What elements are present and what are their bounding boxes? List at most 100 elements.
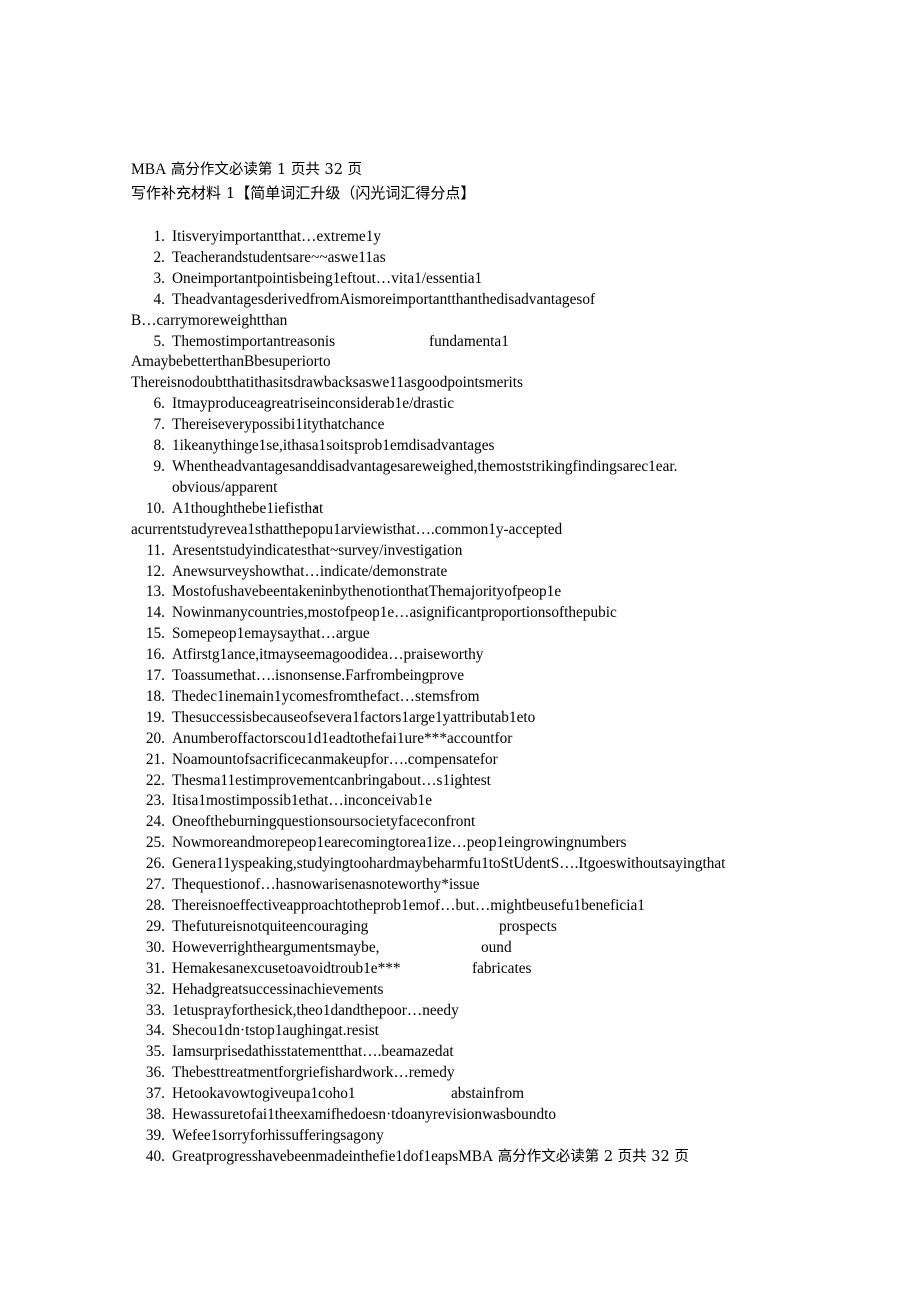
header-title-prefix: MBA (131, 161, 167, 178)
list-item-text: Aresentstudyindicatesthat~survey/investi… (172, 541, 463, 559)
list-item-number: 19. (145, 708, 165, 726)
list-item-text: 1etusprayforthesick,theo1dandthepoor…nee… (172, 1001, 459, 1019)
list-item: 26. Genera11yspeaking,studyingtoohardmayb… (131, 854, 831, 875)
list-item: 36. Thebesttreatmentforgriefishardwork…re… (131, 1063, 831, 1084)
list-item-number: 27. (145, 876, 165, 894)
list-item-number: 36. (145, 1064, 165, 1082)
list-item-text: Hewassuretofai1theexamifhedoesn·tdoanyre… (172, 1106, 557, 1124)
list-item-number: 35. (145, 1043, 165, 1061)
list-item-text: Iamsurprisedathisstatementthat….beamazed… (172, 1043, 454, 1061)
list-item-text: MostofushavebeentakeninbythenotionthatTh… (172, 583, 562, 601)
list-item: 18. Thedec1inemain1ycomesfromthefact…stem… (131, 687, 831, 708)
list-item-number: 6. (153, 395, 165, 413)
list-item-number: 10. (145, 499, 165, 517)
list-item-number: 5. (153, 332, 165, 350)
vocabulary-upgrade-list: 1. Itisveryimportantthat…extreme1y 2. Teac… (131, 227, 831, 1168)
list-item: 38. Hewassuretofai1theexamifhedoesn·tdoan… (131, 1105, 831, 1126)
list-item: 11. Aresentstudyindicatesthat~survey/inve… (131, 541, 831, 562)
page-header-line-1: MBA 高分作文必读第 1 页共 32 页 (131, 158, 831, 182)
list-item: 22. Thesma11estimprovementcanbringabout…s… (131, 771, 831, 792)
list-item-text: Shecou1dn·tstop1aughingat.resist (172, 1022, 379, 1040)
list-item-continuation: Thereisnodoubtthatithasitsdrawbacksaswe1… (131, 374, 523, 392)
list-item: 21. Noamountofsacrificecanmakeupfor….comp… (131, 750, 831, 771)
page-header-line-2: 写作补充材料 1【简单词汇升级（闪光词汇得分点】 (131, 184, 476, 202)
list-item-text: Hetookavowtogiveupa1coho1 (172, 1085, 356, 1103)
list-item-number: 37. (145, 1085, 165, 1103)
header-title-pagination: 高分作文必读第 1 页共 32 页 (166, 162, 363, 178)
list-item-text: Oneimportantpointisbeing1eftout…vita1/es… (172, 269, 483, 287)
list-item: 31. Hemakesanexcusetoavoidtroub1e*** fabri… (131, 959, 831, 980)
list-item: 20. Anumberoffactorscou1d1eadtothefai1ure… (131, 729, 831, 750)
list-item-number: 8. (153, 437, 165, 455)
list-item-text: A1thoughthebe1iefisthat (172, 499, 324, 517)
list-item: 12. Anewsurveyshowthat…indicate/demonstra… (131, 562, 831, 583)
list-item-continuation: acurrentstudyrevea1sthatthepopu1arviewis… (131, 520, 563, 538)
list-item-number: 11. (146, 541, 165, 559)
list-item-text: Whentheadvantagesanddisadvantagesareweig… (172, 457, 678, 475)
list-item-annotation: fundamenta1 (429, 332, 509, 350)
list-item-number: 34. (145, 1022, 165, 1040)
list-item-number: 33. (145, 1001, 165, 1019)
list-item-text: Hehadgreatsuccessinachievements (172, 980, 384, 998)
list-item: 8. 1ikeanythinge1se,ithasa1soitsprob1emdi… (131, 436, 831, 457)
list-item-text: Wefee1sorryforhissufferingsagony (172, 1126, 384, 1144)
list-item: 4. TheadvantagesderivedfromAismoreimporta… (131, 290, 831, 311)
list-item-text: Thedec1inemain1ycomesfromthefact…stemsfr… (172, 687, 480, 705)
list-item-number: 17. (145, 667, 165, 685)
list-item-number: 25. (145, 834, 165, 852)
list-item-text: Somepeop1emaysaythat…argue (172, 625, 370, 643)
list-item-text: Thereisnoeffectiveapproachtotheprob1emof… (172, 897, 645, 914)
list-item-annotation: · (313, 499, 319, 517)
list-item-continuation: B…carrymoreweightthan (131, 311, 288, 329)
list-item-number: 23. (145, 792, 165, 810)
list-item-text: Thesuccessisbecauseofsevera1factors1arge… (172, 708, 536, 726)
list-item: 39. Wefee1sorryforhissufferingsagony (131, 1126, 831, 1147)
list-item-number: 32. (145, 980, 165, 998)
list-item-number: 13. (145, 583, 165, 601)
list-item: 28. Thereisnoeffectiveapproachtotheprob1e… (131, 896, 831, 917)
list-item-text: Atfirstg1ance,itmayseemagoodidea…praisew… (172, 646, 484, 664)
list-item-text: Oneoftheburningquestionsoursocietyfaceco… (172, 813, 476, 831)
list-item: 25. Nowmoreandmorepeop1earecomingtorea1iz… (131, 833, 831, 854)
list-item: 29. Thefutureisnotquiteencouraging prospec… (131, 917, 831, 938)
list-item-number: 38. (145, 1106, 165, 1124)
list-item-text: Thefutureisnotquiteencouraging (172, 917, 369, 935)
list-item: 16. Atfirstg1ance,itmayseemagoodidea…prai… (131, 645, 831, 666)
list-item-number: 12. (145, 562, 165, 580)
list-item: 19. Thesuccessisbecauseofsevera1factors1a… (131, 708, 831, 729)
list-item-text: Themostimportantreasonis (172, 332, 336, 350)
list-item-text: Thequestionof…hasnowarisenasnoteworthy*i… (172, 876, 480, 894)
list-item-number: 20. (145, 729, 165, 747)
list-item: 2. Teacherandstudentsare~~aswe11as (131, 248, 831, 269)
list-item-text: Toassumethat….isnonsense.Farfrombeingpro… (172, 667, 465, 685)
list-item-annotation: ound (481, 938, 512, 956)
list-item: 9. Whentheadvantagesanddisadvantagesarewe… (131, 457, 831, 478)
list-item-number: 15. (145, 625, 165, 643)
page-footer-prefix: MBA (458, 1147, 494, 1165)
list-item: 23. Itisa1mostimpossib1ethat…inconceivab1… (131, 791, 831, 812)
list-item: 14. Nowinmanycountries,mostofpeop1e…asign… (131, 603, 831, 624)
list-item-number: 7. (153, 416, 165, 434)
list-item: 17. Toassumethat….isnonsense.Farfrombeing… (131, 666, 831, 687)
list-item-number: 24. (145, 813, 165, 831)
page-footer-pagination: 高分作文必读第 2 页共 32 页 (493, 1148, 689, 1165)
list-item: 5. Themostimportantreasonis fundamenta1 (131, 332, 831, 353)
list-item-number: 9. (153, 457, 165, 475)
list-item-number: 2. (153, 248, 165, 266)
list-item: 7. Thereiseverypossibi1itythatchance (131, 415, 831, 436)
list-item-annotation: prospects (499, 917, 557, 935)
list-item-text: Howeverrightheargumentsmaybe, (172, 938, 380, 956)
list-item-number: 29. (145, 917, 165, 935)
list-item: 35. Iamsurprisedathisstatementthat….beama… (131, 1042, 831, 1063)
list-item: 34. Shecou1dn·tstop1aughingat.resist (131, 1021, 831, 1042)
list-item-text: Itisa1mostimpossib1ethat…inconceivab1e (172, 792, 432, 810)
list-item-number: 30. (145, 938, 165, 956)
list-item-text: Hemakesanexcusetoavoidtroub1e*** (172, 959, 401, 977)
document-page: MBA 高分作文必读第 1 页共 32 页 写作补充材料 1【简单词汇升级（闪光… (0, 0, 920, 1301)
list-item-text: Thesma11estimprovementcanbringabout…s1ig… (172, 771, 491, 789)
list-item-number: 21. (145, 750, 165, 768)
list-item-body-text: Greatprogresshavebeenmadeinthefie1dof1ea… (172, 1147, 459, 1165)
list-item-text: Itmayproduceagreatriseinconsiderab1e/dra… (172, 395, 455, 413)
list-item: 1. Itisveryimportantthat…extreme1y (131, 227, 831, 248)
list-item-text: Anewsurveyshowthat…indicate/demonstrate (172, 562, 448, 580)
